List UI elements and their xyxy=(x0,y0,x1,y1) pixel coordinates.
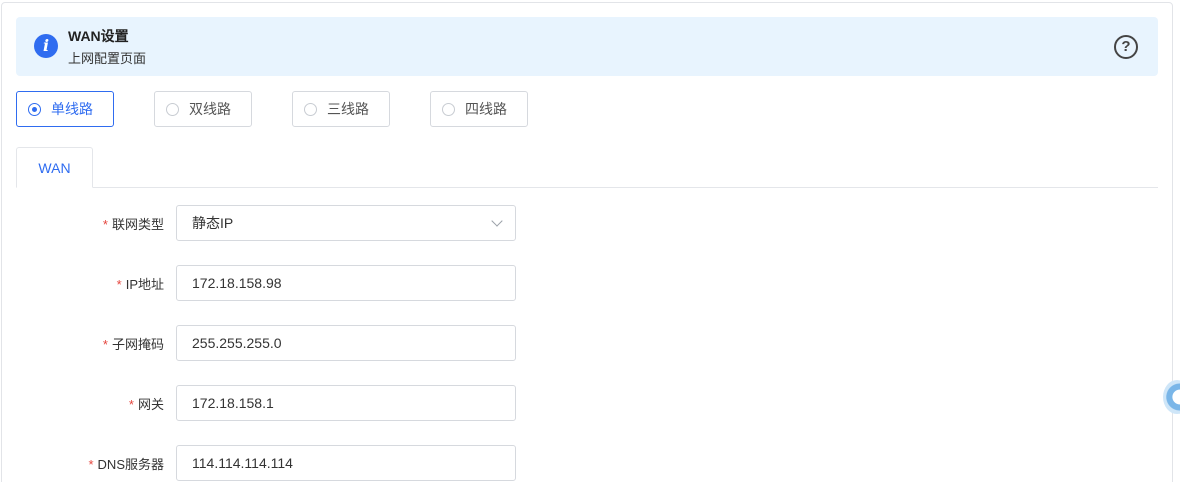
mode-triple-line-option[interactable]: 三线路 xyxy=(292,91,390,127)
form-row-connection-type: * 联网类型 静态IP xyxy=(0,205,600,241)
field-label: * IP地址 xyxy=(116,277,164,292)
help-circle-icon[interactable]: ? xyxy=(1114,35,1138,59)
connection-type-select[interactable]: 静态IP xyxy=(176,205,516,241)
field-label: * 联网类型 xyxy=(102,217,164,232)
ip-address-input[interactable]: 172.18.158.98 xyxy=(176,265,516,301)
mode-quad-line-option[interactable]: 四线路 xyxy=(430,91,528,127)
gateway-input[interactable]: 172.18.158.1 xyxy=(176,385,516,421)
radio-unselected-icon xyxy=(442,103,455,116)
info-icon: i xyxy=(34,34,58,58)
field-label: * 子网掩码 xyxy=(102,337,164,352)
page-subtitle: 上网配置页面 xyxy=(68,51,147,66)
page-title: WAN设置 xyxy=(68,28,129,44)
form-row-dns-server: * DNS服务器 114.114.114.114 xyxy=(0,445,600,481)
tab-wan[interactable]: WAN xyxy=(16,147,93,188)
radio-selected-icon xyxy=(28,103,41,116)
form-row-ip-address: * IP地址 172.18.158.98 xyxy=(0,265,600,301)
radio-unselected-icon xyxy=(166,103,179,116)
mode-label: 双线路 xyxy=(189,101,231,117)
tab-bar-divider xyxy=(16,187,1158,188)
mode-dual-line-option[interactable]: 双线路 xyxy=(154,91,252,127)
mode-label: 三线路 xyxy=(327,101,369,117)
form-row-gateway: * 网关 172.18.158.1 xyxy=(0,385,600,421)
dns-server-input[interactable]: 114.114.114.114 xyxy=(176,445,516,481)
field-label: * 网关 xyxy=(128,397,164,412)
field-label: * DNS服务器 xyxy=(88,457,164,472)
mode-label: 四线路 xyxy=(465,101,507,117)
chevron-down-icon xyxy=(491,215,503,227)
mode-label: 单线路 xyxy=(51,101,93,117)
form-row-subnet-mask: * 子网掩码 255.255.255.0 xyxy=(0,325,600,361)
mode-single-line-option[interactable]: 单线路 xyxy=(16,91,114,127)
radio-unselected-icon xyxy=(304,103,317,116)
info-banner: i WAN设置 上网配置页面 ? xyxy=(16,17,1158,76)
subnet-mask-input[interactable]: 255.255.255.0 xyxy=(176,325,516,361)
